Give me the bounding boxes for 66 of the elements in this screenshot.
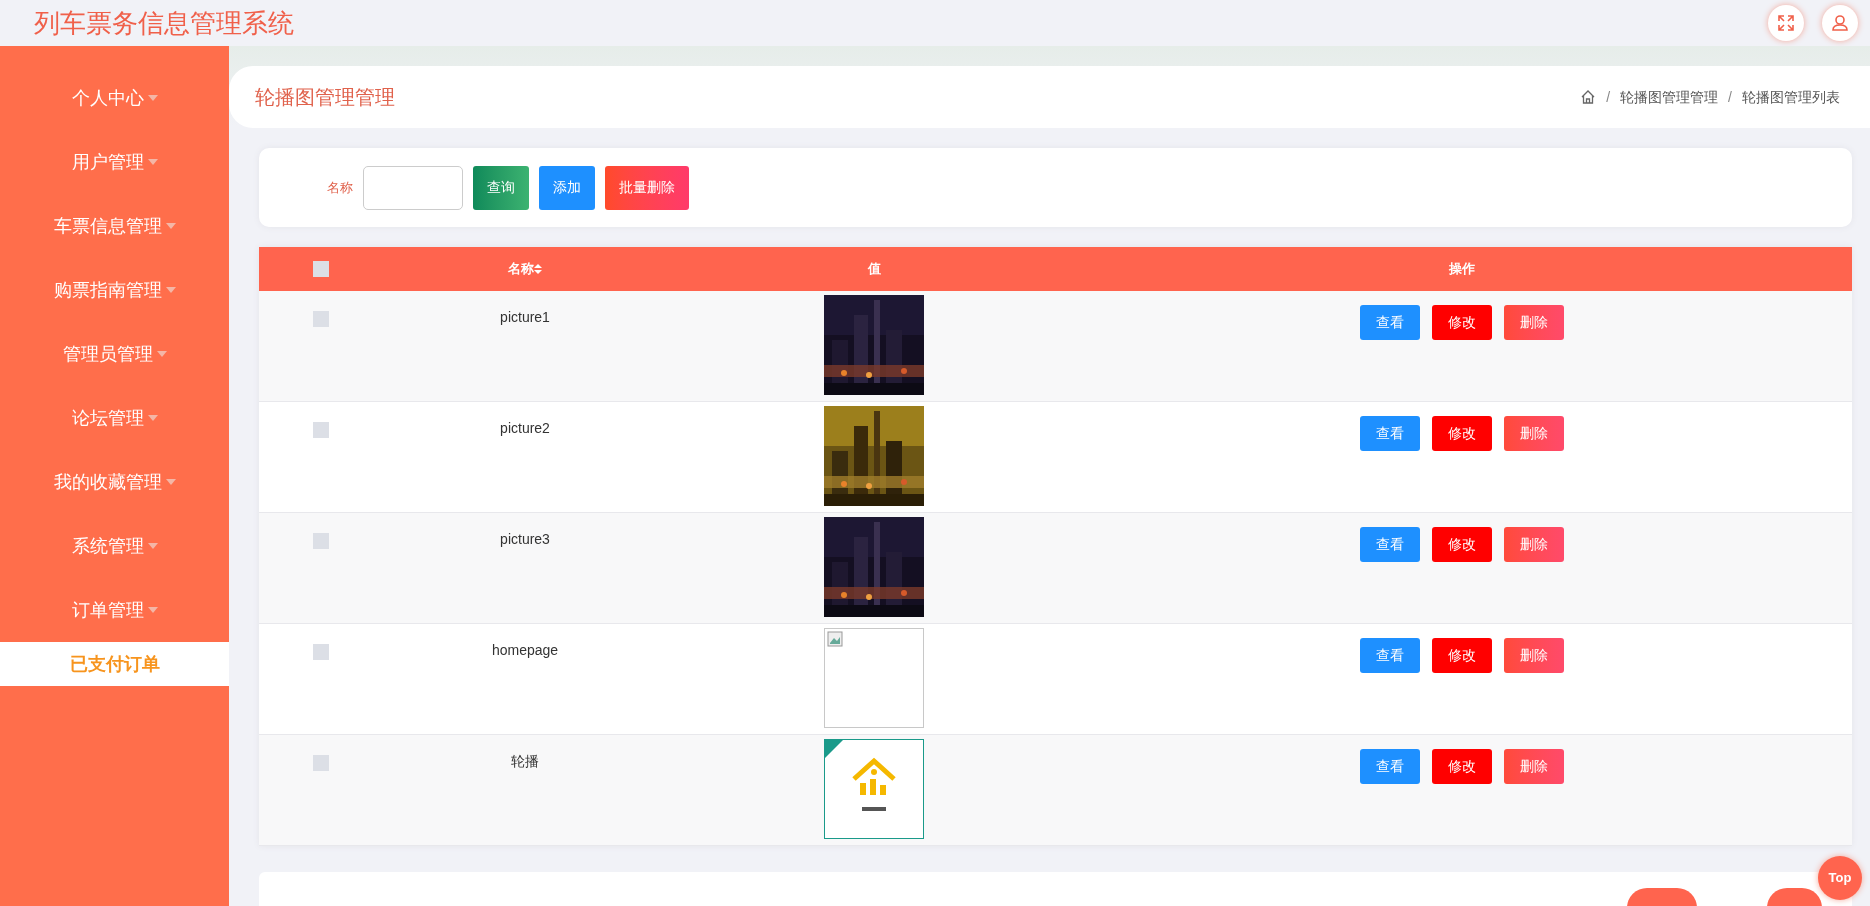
row-action-button[interactable]: 查看 — [1359, 416, 1420, 451]
checkbox[interactable] — [313, 261, 329, 277]
table-cell-text: picture1 — [500, 308, 550, 327]
caret-icon — [165, 223, 176, 229]
column-header: 操作 — [1448, 260, 1475, 279]
table-cell-text: picture3 — [500, 530, 550, 549]
caret-icon — [165, 287, 176, 293]
row-action-button[interactable]: 删除 — [1503, 416, 1564, 451]
sidebar-item[interactable]: 订单管理 — [0, 578, 229, 642]
checkbox[interactable] — [313, 533, 329, 549]
name-input[interactable] — [363, 165, 463, 210]
sidebar-item[interactable]: 管理员管理 — [0, 322, 229, 386]
fullscreen-button[interactable] — [1768, 5, 1804, 41]
user-icon — [1831, 14, 1849, 32]
row-action-button[interactable]: 查看 — [1359, 305, 1420, 340]
home-icon[interactable] — [1580, 89, 1597, 105]
search-label: 名称 — [327, 178, 353, 197]
caret-icon — [147, 543, 158, 549]
row-action-button[interactable]: 查看 — [1359, 749, 1420, 784]
sidebar-item[interactable]: 我的收藏管理 — [0, 450, 229, 514]
row-action-button[interactable]: 删除 — [1503, 638, 1564, 673]
column-header[interactable]: 名称 — [508, 259, 534, 279]
checkbox[interactable] — [313, 422, 329, 438]
row-action-button[interactable]: 删除 — [1503, 305, 1564, 340]
fullscreen-icon — [1777, 14, 1795, 32]
breadcrumb-separator: / — [1606, 87, 1611, 107]
breadcrumb-link[interactable]: 轮播图管理管理 — [1620, 86, 1719, 108]
table-cell-text: picture2 — [500, 419, 550, 438]
caret-icon — [147, 415, 158, 421]
table-cell-text: 轮播 — [511, 752, 539, 771]
user-button[interactable] — [1822, 5, 1858, 41]
caret-icon — [165, 479, 176, 485]
row-action-button[interactable]: 查看 — [1359, 527, 1420, 562]
row-action-button[interactable]: 删除 — [1503, 527, 1564, 562]
sidebar-item[interactable]: 论坛管理 — [0, 386, 229, 450]
caret-icon — [147, 607, 158, 613]
sidebar-item[interactable]: 用户管理 — [0, 130, 229, 194]
caret-icon — [156, 351, 167, 357]
checkbox[interactable] — [313, 311, 329, 327]
breadcrumb-separator: / — [1728, 87, 1732, 107]
row-action-button[interactable]: 修改 — [1431, 305, 1492, 340]
page-title: 轮播图管理管理 — [255, 85, 395, 110]
broken-image-icon — [827, 631, 843, 647]
checkbox[interactable] — [313, 755, 329, 771]
sidebar-subitem[interactable]: 已支付订单 — [0, 642, 229, 686]
search-toolbar-button[interactable]: 查询 — [473, 165, 529, 210]
sidebar-item[interactable]: 车票信息管理 — [0, 194, 229, 258]
search-toolbar-button[interactable]: 添加 — [539, 165, 595, 210]
column-header: 值 — [867, 260, 881, 279]
row-action-button[interactable]: 删除 — [1503, 749, 1564, 784]
table-cell-text: homepage — [491, 641, 559, 660]
app-title: 列车票务信息管理系统 — [34, 10, 294, 36]
row-action-button[interactable]: 修改 — [1431, 638, 1492, 673]
sidebar-item[interactable]: 个人中心 — [0, 66, 229, 130]
checkbox[interactable] — [313, 644, 329, 660]
row-action-button[interactable]: 修改 — [1431, 416, 1492, 451]
caret-icon — [147, 95, 158, 101]
sort-icon[interactable] — [534, 264, 542, 274]
search-toolbar-button[interactable]: 批量删除 — [605, 165, 689, 210]
row-action-button[interactable]: 查看 — [1359, 638, 1420, 673]
breadcrumb-link[interactable]: 轮播图管理列表 — [1742, 86, 1840, 108]
row-action-button[interactable]: 修改 — [1431, 527, 1492, 562]
sidebar-item[interactable]: 购票指南管理 — [0, 258, 229, 322]
caret-icon — [147, 159, 158, 165]
row-action-button[interactable]: 修改 — [1431, 749, 1492, 784]
sidebar-item[interactable]: 系统管理 — [0, 514, 229, 578]
